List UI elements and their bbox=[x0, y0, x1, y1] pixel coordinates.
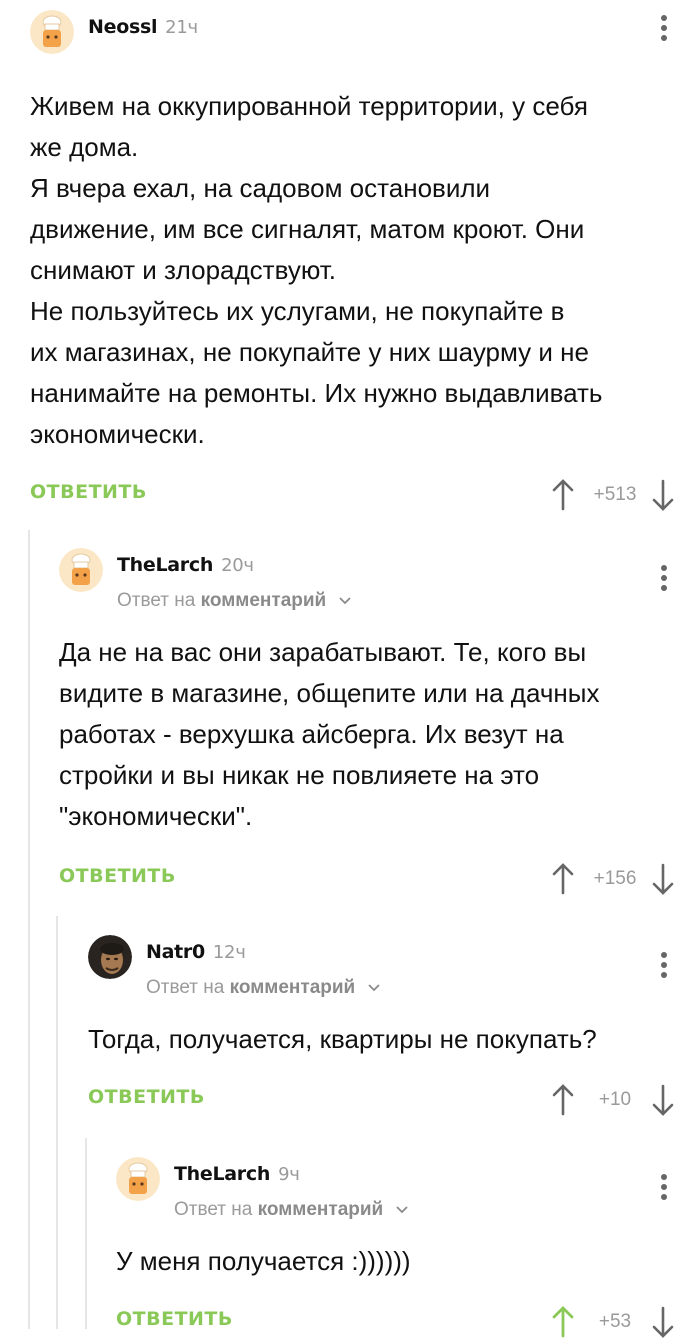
comment-time: 20ч bbox=[221, 555, 254, 576]
comment: Neossl 21ч Живем на оккупированной террит… bbox=[30, 10, 700, 515]
thread-line-level-2 bbox=[56, 916, 58, 1329]
reply-to-link[interactable]: Ответ на комментарий bbox=[146, 977, 381, 999]
comment: TheLarch 9ч Ответ на комментарий У меня п… bbox=[116, 1157, 700, 1342]
thread-line-level-1 bbox=[28, 530, 30, 1329]
comment-text: Тогда, получается, квартиры не покупать? bbox=[88, 1024, 597, 1054]
comment-actions: ОТВЕТИТЬ +10 bbox=[88, 1080, 700, 1120]
comment-author[interactable]: Neossl 21ч bbox=[88, 16, 198, 38]
reply-button[interactable]: ОТВЕТИТЬ bbox=[88, 1086, 205, 1108]
chevron-down-icon[interactable] bbox=[367, 983, 381, 993]
reply-to-link[interactable]: Ответ на комментарий bbox=[174, 1199, 409, 1221]
comment-header: Neossl 21ч bbox=[30, 10, 700, 80]
chevron-down-icon[interactable] bbox=[395, 1205, 409, 1215]
comment-text: Живем на оккупированной территории, у се… bbox=[30, 91, 603, 449]
comment-header: TheLarch 20ч Ответ на комментарий bbox=[59, 548, 700, 618]
upvote-icon[interactable] bbox=[550, 478, 576, 512]
author-name[interactable]: Neossl bbox=[88, 16, 157, 38]
comment-author[interactable]: Natr0 12ч bbox=[146, 941, 246, 963]
comment-header: TheLarch 9ч Ответ на комментарий bbox=[116, 1157, 700, 1227]
more-options-icon[interactable] bbox=[654, 12, 674, 48]
score: +10 bbox=[598, 1089, 632, 1110]
thread-line-level-3 bbox=[85, 1138, 87, 1329]
downvote-icon[interactable] bbox=[650, 862, 676, 896]
comment-author[interactable]: TheLarch 9ч bbox=[174, 1163, 300, 1185]
avatar[interactable] bbox=[59, 548, 103, 592]
author-name[interactable]: TheLarch bbox=[117, 554, 213, 576]
comment: Natr0 12ч Ответ на комментарий Тогда, пол… bbox=[88, 935, 700, 1120]
vote-controls: +10 bbox=[550, 1080, 676, 1120]
comment-actions: ОТВЕТИТЬ +513 bbox=[30, 475, 700, 515]
reply-button[interactable]: ОТВЕТИТЬ bbox=[30, 481, 147, 503]
reply-to-target[interactable]: комментарий bbox=[258, 1199, 384, 1220]
comment-text: У меня получается :)))))) bbox=[116, 1246, 411, 1276]
reply-to-link[interactable]: Ответ на комментарий bbox=[117, 590, 352, 612]
reply-to-prefix: Ответ на bbox=[117, 590, 196, 611]
reply-to-target[interactable]: комментарий bbox=[230, 977, 356, 998]
comment-time: 9ч bbox=[278, 1164, 300, 1185]
author-name[interactable]: Natr0 bbox=[146, 941, 205, 963]
chef-avatar-icon bbox=[116, 1157, 160, 1201]
chevron-down-icon[interactable] bbox=[338, 596, 352, 606]
vote-controls: +156 bbox=[550, 859, 676, 899]
upvote-icon[interactable] bbox=[550, 1305, 576, 1339]
reply-button[interactable]: ОТВЕТИТЬ bbox=[59, 865, 176, 887]
more-options-icon[interactable] bbox=[654, 949, 674, 985]
comment-actions: ОТВЕТИТЬ +156 bbox=[59, 859, 700, 899]
reply-to-prefix: Ответ на bbox=[146, 977, 225, 998]
upvote-icon[interactable] bbox=[550, 1083, 576, 1117]
downvote-icon[interactable] bbox=[650, 1083, 676, 1117]
downvote-icon[interactable] bbox=[650, 478, 676, 512]
comment-author[interactable]: TheLarch 20ч bbox=[117, 554, 254, 576]
more-options-icon[interactable] bbox=[654, 562, 674, 598]
reply-to-prefix: Ответ на bbox=[174, 1199, 253, 1220]
avatar[interactable] bbox=[88, 935, 132, 979]
downvote-icon[interactable] bbox=[650, 1305, 676, 1339]
author-name[interactable]: TheLarch bbox=[174, 1163, 270, 1185]
comment-time: 21ч bbox=[165, 17, 198, 38]
reply-to-target[interactable]: комментарий bbox=[201, 590, 327, 611]
chef-avatar-icon bbox=[30, 10, 74, 54]
avatar[interactable] bbox=[30, 10, 74, 54]
score: +53 bbox=[598, 1311, 632, 1332]
vote-controls: +513 bbox=[550, 475, 676, 515]
avatar[interactable] bbox=[116, 1157, 160, 1201]
comment: TheLarch 20ч Ответ на комментарий Да не н… bbox=[59, 548, 700, 899]
more-options-icon[interactable] bbox=[654, 1171, 674, 1207]
upvote-icon[interactable] bbox=[550, 862, 576, 896]
vote-controls: +53 bbox=[550, 1302, 676, 1342]
comment-header: Natr0 12ч Ответ на комментарий bbox=[88, 935, 700, 1005]
score: +156 bbox=[593, 868, 637, 889]
comment-time: 12ч bbox=[212, 942, 246, 963]
comment-actions: ОТВЕТИТЬ +53 bbox=[116, 1302, 700, 1342]
photo-avatar-icon bbox=[88, 935, 132, 979]
reply-button[interactable]: ОТВЕТИТЬ bbox=[116, 1308, 233, 1330]
comment-text: Да не на вас они зарабатывают. Те, кого … bbox=[59, 637, 600, 831]
chef-avatar-icon bbox=[59, 548, 103, 592]
score: +513 bbox=[593, 484, 637, 505]
